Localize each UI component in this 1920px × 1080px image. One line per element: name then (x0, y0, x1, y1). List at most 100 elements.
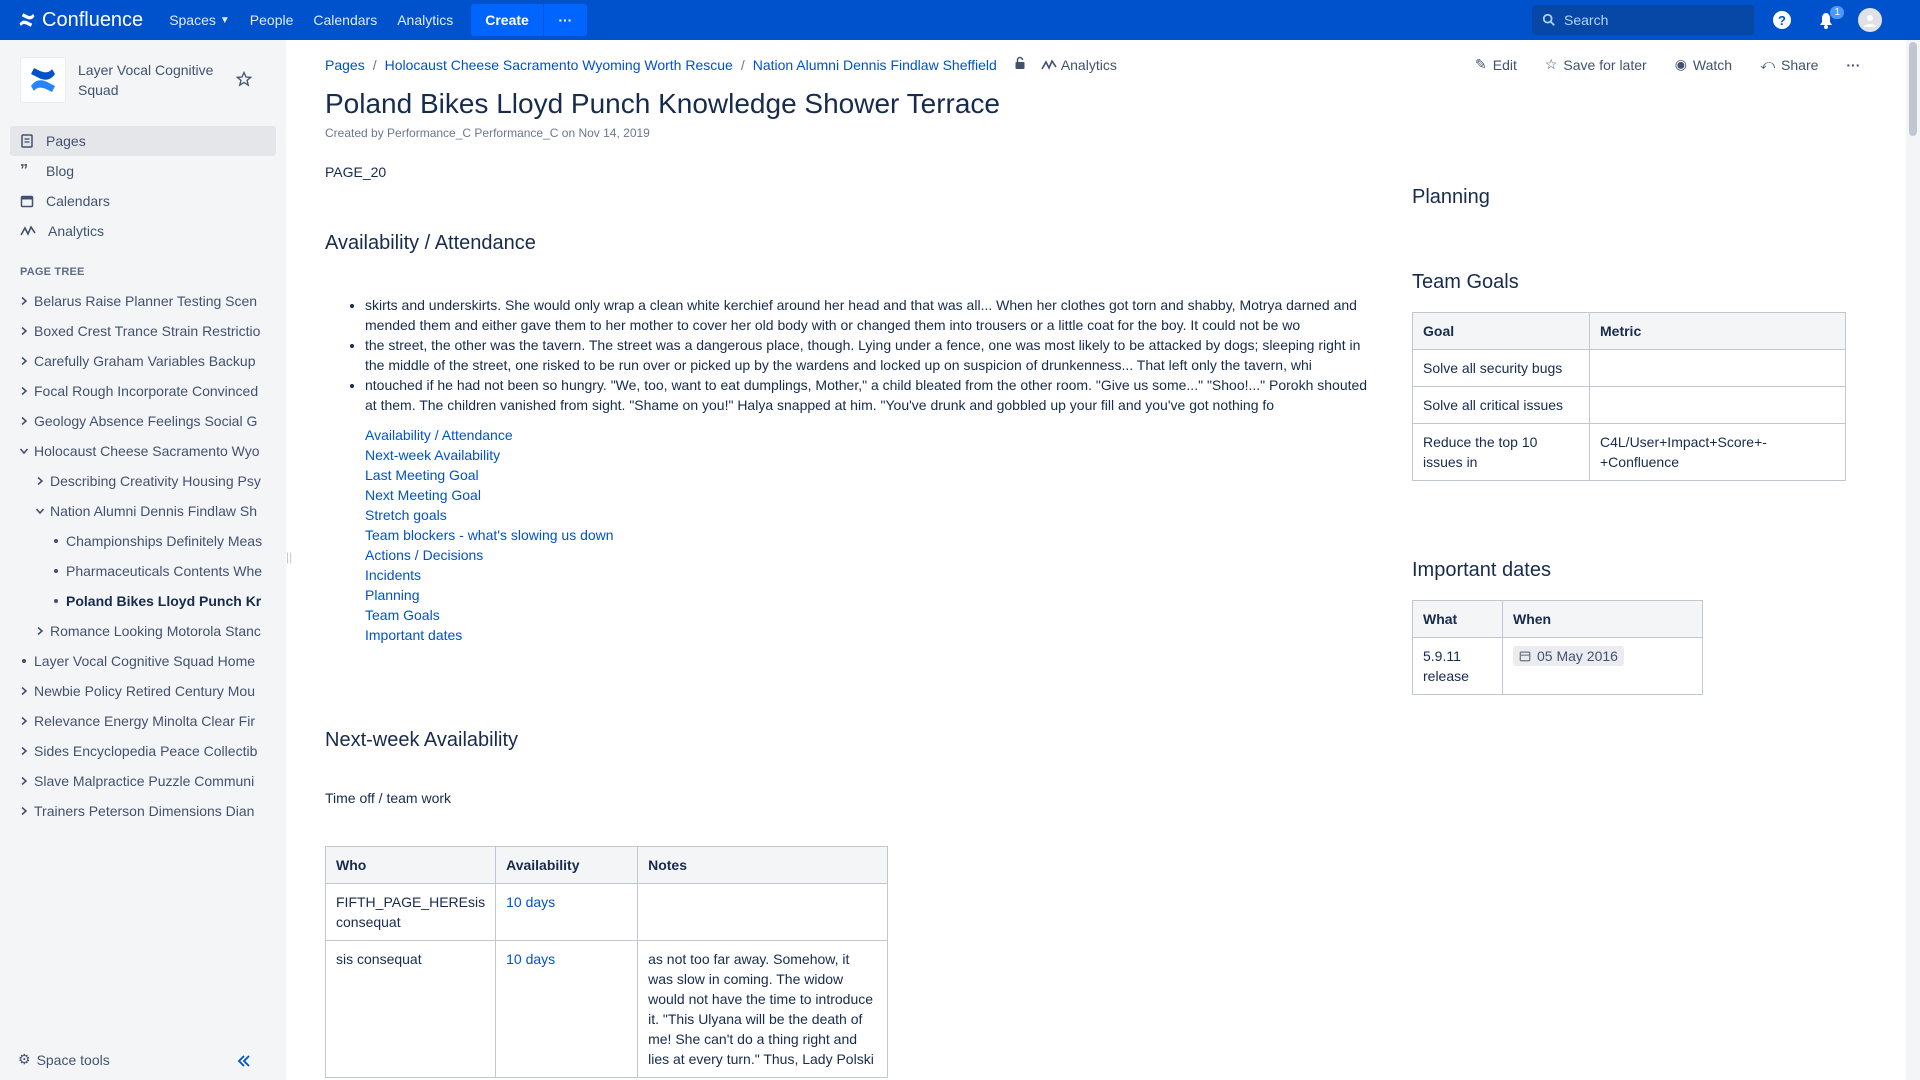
page-tree-item[interactable]: Poland Bikes Lloyd Punch Kr (14, 586, 262, 616)
nav-analytics[interactable]: Analytics (387, 0, 463, 40)
chevron-down-icon: ▼ (219, 14, 230, 26)
page-tree-item[interactable]: Championships Definitely Meas (14, 526, 262, 556)
page-tree-item[interactable]: Holocaust Cheese Sacramento Wyo (14, 436, 262, 466)
chevron-right-icon[interactable] (30, 476, 50, 486)
sidebar-item-label: Blog (46, 163, 75, 179)
chevron-right-icon[interactable] (14, 326, 34, 336)
chevron-right-icon[interactable] (14, 776, 34, 786)
logo-text: Confluence (42, 8, 144, 31)
page-tree-item[interactable]: Nation Alumni Dennis Findlaw Sh (14, 496, 262, 526)
chevron-right-icon[interactable] (14, 746, 34, 756)
nav-calendars[interactable]: Calendars (303, 0, 387, 40)
breadcrumb-current-parent[interactable]: Nation Alumni Dennis Findlaw Sheffield (753, 57, 997, 73)
page-tree-item[interactable]: Carefully Graham Variables Backup (14, 346, 262, 376)
edit-button[interactable]: ✎ Edit (1475, 56, 1517, 73)
page-actions: ✎ Edit ☆ Save for later ◉ Watch ⤺ Share ··· (1475, 56, 1860, 73)
confluence-logo[interactable]: Confluence (18, 9, 143, 32)
date-lozenge[interactable]: 05 May 2016 (1513, 646, 1624, 666)
page-tree-item[interactable]: Geology Absence Feelings Social G (14, 406, 262, 436)
page-tree-item[interactable]: Slave Malpractice Puzzle Communi (14, 766, 262, 796)
space-logo[interactable] (20, 57, 66, 103)
toc-link[interactable]: Next Meeting Goal (365, 485, 1375, 505)
toc-link[interactable]: Next-week Availability (365, 445, 1375, 465)
heading-team-goals: Team Goals (1412, 271, 1519, 293)
scrollbar-thumb[interactable] (1909, 42, 1917, 136)
restrictions-lock-icon[interactable] (1013, 56, 1027, 73)
main-content: Pages / Holocaust Cheese Sacramento Wyom… (324, 40, 1895, 1080)
sidebar-item-pages[interactable]: Pages (10, 126, 276, 156)
chevron-right-icon[interactable] (30, 626, 50, 636)
page-tree-item-label: Trainers Peterson Dimensions Dian (34, 803, 255, 819)
sidebar-item-calendars[interactable]: Calendars (10, 186, 276, 216)
toc-link[interactable]: Availability / Attendance (365, 425, 1375, 445)
space-tools-button[interactable]: ⚙ Space tools (18, 1051, 110, 1068)
user-avatar[interactable] (1858, 8, 1882, 32)
page-tree-item[interactable]: Pharmaceuticals Contents Whe (14, 556, 262, 586)
star-icon[interactable] (235, 70, 253, 90)
toc-link[interactable]: Team Goals (365, 605, 1375, 625)
chevron-right-icon[interactable] (14, 386, 34, 396)
column-header: Notes (637, 846, 888, 884)
page-tree-item[interactable]: Trainers Peterson Dimensions Dian (14, 796, 262, 826)
chevron-down-icon[interactable] (30, 506, 50, 516)
page-tree-item[interactable]: Focal Rough Incorporate Convinced (14, 376, 262, 406)
toc-link[interactable]: Planning (365, 585, 1375, 605)
save-for-later-button[interactable]: ☆ Save for later (1545, 56, 1647, 73)
help-icon[interactable]: ? (1770, 8, 1794, 32)
nav-spaces[interactable]: Spaces ▼ (159, 0, 240, 40)
create-button[interactable]: Create (471, 4, 543, 36)
page-tree-item-label: Poland Bikes Lloyd Punch Kr (66, 593, 262, 609)
page-tree-item[interactable]: Relevance Energy Minolta Clear Fir (14, 706, 262, 736)
chevron-right-icon[interactable] (14, 686, 34, 696)
top-navigation-bar: Confluence Spaces ▼ People Calendars Anal… (0, 0, 1920, 40)
page-tree-item[interactable]: Boxed Crest Trance Strain Restrictio (14, 316, 262, 346)
more-actions-icon[interactable]: ··· (1846, 57, 1860, 73)
search-input[interactable] (1564, 12, 1734, 28)
svg-text:?: ? (1778, 13, 1786, 28)
toc-link[interactable]: Team blockers - what's slowing us down (365, 525, 1375, 545)
table-cell (1589, 349, 1846, 387)
column-header: Metric (1589, 312, 1846, 350)
list-item: ntouched if he had not been so hungry. "… (365, 375, 1375, 415)
toc-link[interactable]: Stretch goals (365, 505, 1375, 525)
date-value: 05 May 2016 (1537, 648, 1618, 664)
page-tree-item[interactable]: Romance Looking Motorola Stanc (14, 616, 262, 646)
collapse-sidebar-icon[interactable] (236, 1053, 252, 1072)
chevron-down-icon[interactable] (14, 446, 34, 456)
create-more-button[interactable]: ··· (542, 4, 587, 36)
toc-link[interactable]: Actions / Decisions (365, 545, 1375, 565)
share-icon: ⤺ (1760, 56, 1776, 72)
sidebar-resize-handle[interactable]: || (286, 550, 292, 564)
table-row: 5.9.11 release 05 May 2016 (1412, 637, 1703, 695)
toc-link[interactable]: Important dates (365, 625, 1375, 645)
breadcrumb-pages[interactable]: Pages (325, 57, 365, 73)
share-button[interactable]: ⤺ Share (1760, 56, 1818, 73)
page-tree-item-label: Pharmaceuticals Contents Whe (66, 563, 262, 579)
toc-link[interactable]: Incidents (365, 565, 1375, 585)
chevron-right-icon[interactable] (14, 416, 34, 426)
page-tree-item[interactable]: Layer Vocal Cognitive Squad Home (14, 646, 262, 676)
chevron-right-icon[interactable] (14, 356, 34, 366)
sidebar-item-blog[interactable]: ” Blog (10, 156, 276, 186)
chevron-right-icon[interactable] (14, 296, 34, 306)
breadcrumb-parent[interactable]: Holocaust Cheese Sacramento Wyoming Wort… (385, 57, 733, 73)
page-tree-item-label: Belarus Raise Planner Testing Scen (34, 293, 258, 309)
search-box[interactable] (1532, 5, 1754, 35)
notifications-icon[interactable]: 1 (1814, 6, 1844, 32)
toc-link[interactable]: Last Meeting Goal (365, 465, 1375, 485)
scrollbar-track[interactable] (1906, 40, 1920, 1080)
table-cell: as not too far away. Somehow, it was slo… (637, 940, 888, 1078)
page-tree-item[interactable]: Newbie Policy Retired Century Mou (14, 676, 262, 706)
table-row: Solve all critical issues (1412, 386, 1846, 424)
nav-people[interactable]: People (240, 0, 304, 40)
page-tree-item[interactable]: Sides Encyclopedia Peace Collectib (14, 736, 262, 766)
chevron-right-icon[interactable] (14, 806, 34, 816)
space-name[interactable]: Layer Vocal Cognitive Squad (78, 60, 228, 100)
page-tree-item[interactable]: Belarus Raise Planner Testing Scen (14, 286, 262, 316)
page-analytics-link[interactable]: Analytics (1041, 57, 1117, 73)
page-tree-item[interactable]: Describing Creativity Housing Psy (14, 466, 262, 496)
chevron-right-icon[interactable] (14, 716, 34, 726)
search-icon (1542, 13, 1555, 26)
sidebar-item-analytics[interactable]: Analytics (10, 216, 276, 246)
watch-button[interactable]: ◉ Watch (1675, 56, 1732, 73)
